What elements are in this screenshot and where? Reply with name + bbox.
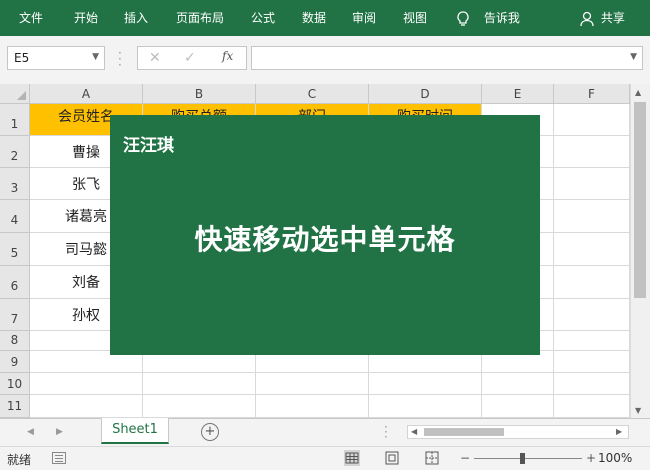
cell-d10[interactable] [369,373,482,395]
add-sheet-icon[interactable]: + [201,423,219,441]
person-icon [580,11,594,26]
status-ready: 就绪 [7,453,32,467]
cell-f5[interactable] [554,233,630,266]
zoom-slider-knob[interactable] [520,453,525,464]
page-break-view-icon[interactable] [424,450,440,466]
column-header-d[interactable]: D [369,84,482,104]
tell-me-box[interactable]: 告诉我 [456,0,520,36]
row-header-11[interactable]: 11 [0,395,30,418]
prev-sheet-icon[interactable]: ◀ [27,427,34,437]
cell-b10[interactable] [143,373,256,395]
cancel-icon[interactable]: ✕ [149,50,161,66]
cell-f1[interactable] [554,104,630,136]
cell-f9[interactable] [554,351,630,373]
sheet-tab-sheet1[interactable]: Sheet1 [101,418,169,444]
column-header-e[interactable]: E [482,84,554,104]
tab-review[interactable]: 审阅 [352,0,376,36]
cell-a10[interactable] [30,373,143,395]
tab-home[interactable]: 开始 [74,0,98,36]
tab-formulas[interactable]: 公式 [251,0,275,36]
scroll-up-icon[interactable]: ▲ [635,88,641,97]
status-bar: 就绪 − + 100% [0,446,650,470]
cell-f10[interactable] [554,373,630,395]
confirm-icon[interactable]: ✓ [184,50,196,66]
horizontal-scroll-thumb[interactable] [424,428,504,436]
horizontal-scrollbar[interactable]: ◀ ▶ [407,425,629,439]
zoom-slider[interactable] [474,458,582,459]
tab-view[interactable]: 视图 [403,0,427,36]
cell-d11[interactable] [369,395,482,418]
normal-view-icon[interactable] [344,450,360,466]
cell-f6[interactable] [554,266,630,299]
column-header-f[interactable]: F [554,84,630,104]
scroll-left-icon[interactable]: ◀ [411,427,417,436]
title-overlay: 汪汪琪 快速移动选中单元格 [110,115,540,355]
splitter-dots-icon[interactable]: · · · [384,421,388,443]
zoom-level[interactable]: 100% [598,451,632,465]
tab-insert[interactable]: 插入 [124,0,148,36]
cell-f4[interactable] [554,200,630,233]
tab-page-layout[interactable]: 页面布局 [176,0,224,36]
author-name: 汪汪琪 [123,136,174,156]
scroll-right-icon[interactable]: ▶ [616,427,622,436]
page-layout-view-icon[interactable] [384,450,400,466]
row-header-8[interactable]: 8 [0,331,30,351]
cell-a11[interactable] [30,395,143,418]
row-header-1[interactable]: 1 [0,104,30,136]
row-header-7[interactable]: 7 [0,299,30,331]
formula-input[interactable]: ▼ [251,46,643,70]
cell-f7[interactable] [554,299,630,331]
tab-data[interactable]: 数据 [302,0,326,36]
scroll-down-icon[interactable]: ▼ [635,406,641,415]
next-sheet-icon[interactable]: ▶ [56,427,63,437]
row-header-6[interactable]: 6 [0,266,30,299]
column-header-b[interactable]: B [143,84,256,104]
macro-record-icon[interactable] [52,452,66,464]
expand-formula-icon[interactable]: ▼ [630,52,637,62]
insert-function-icon[interactable]: fx [222,49,233,63]
cell-b11[interactable] [143,395,256,418]
row-header-9[interactable]: 9 [0,351,30,373]
vertical-scroll-thumb[interactable] [634,102,646,298]
chevron-down-icon[interactable]: ▼ [92,52,99,62]
zoom-in-button[interactable]: + [586,451,596,465]
overlay-headline: 快速移动选中单元格 [194,223,456,256]
row-header-2[interactable]: 2 [0,136,30,168]
cell-c11[interactable] [256,395,369,418]
row-header-4[interactable]: 4 [0,200,30,233]
tab-file[interactable]: 文件 [19,0,43,36]
lightbulb-icon [456,10,470,26]
select-all-button[interactable] [0,84,30,104]
cell-f8[interactable] [554,331,630,351]
column-header-c[interactable]: C [256,84,369,104]
tell-me-label: 告诉我 [483,11,520,25]
grip-dots-icon: · · · [118,46,122,72]
cell-f11[interactable] [554,395,630,418]
formula-bar: E5 ▼ · · · ✕ ✓ fx ▼ [0,36,650,85]
cell-e11[interactable] [482,395,554,418]
cell-e10[interactable] [482,373,554,395]
vertical-scrollbar[interactable]: ▲ ▼ [630,84,650,418]
row-header-5[interactable]: 5 [0,233,30,266]
cell-f3[interactable] [554,168,630,200]
name-box[interactable]: E5 ▼ [7,46,105,70]
cell-f2[interactable] [554,136,630,168]
row-header-10[interactable]: 10 [0,373,30,395]
cell-c10[interactable] [256,373,369,395]
share-button[interactable]: 共享 [580,0,625,36]
row-header-3[interactable]: 3 [0,168,30,200]
sheet-tabs-bar: ◀ ▶ Sheet1 + · · · ◀ ▶ [0,418,650,446]
column-header-a[interactable]: A [30,84,143,104]
name-box-value: E5 [14,51,30,65]
ribbon-tab-bar: 文件 开始 插入 页面布局 公式 数据 审阅 视图 告诉我 共享 [0,0,650,36]
share-label: 共享 [600,11,625,25]
zoom-out-button[interactable]: − [460,451,470,465]
